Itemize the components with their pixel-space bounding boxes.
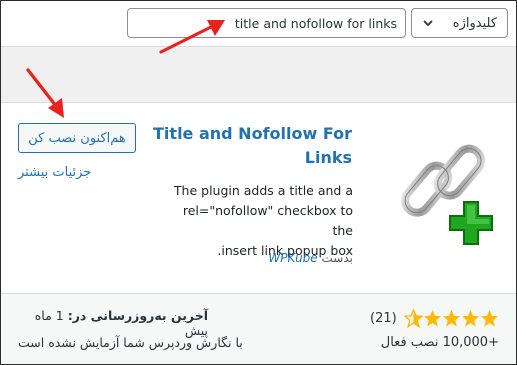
- description-line-1: The plugin adds a title and a: [173, 183, 353, 198]
- star-icon: [442, 309, 461, 327]
- chain-link-plus-icon: [401, 144, 493, 245]
- last-updated-label: آخرین به‌روزرسانی در:: [67, 308, 208, 323]
- plugin-title-line-1: Title and Nofollow For: [153, 124, 352, 143]
- author-link[interactable]: WPKube: [268, 251, 317, 265]
- plugin-title-line-2: Links: [304, 148, 352, 167]
- plugin-description: The plugin adds a title and a rel="nofol…: [165, 181, 353, 261]
- chevron-down-icon: [423, 20, 433, 27]
- plugin-author: بدست WPKube: [200, 251, 353, 265]
- last-updated: آخرین به‌روزرسانی در: 1 ماه پیش: [18, 308, 208, 338]
- search-type-select[interactable]: کلیدواژه: [411, 8, 508, 38]
- compatibility-notice: با نگارش وردپرس شما آزمایش نشده است: [18, 335, 243, 350]
- plugin-title[interactable]: Title and Nofollow For Links: [150, 122, 352, 170]
- filter-band: [1, 46, 516, 102]
- plugin-search-input[interactable]: [127, 8, 406, 38]
- rating-count: (21): [370, 311, 397, 326]
- star-icon: [423, 309, 442, 327]
- more-details-link[interactable]: جزئیات بیشتر: [18, 165, 136, 180]
- star-icon: [480, 309, 499, 327]
- star-half-icon: [404, 309, 423, 328]
- active-installs: +10,000 نصب فعال: [380, 335, 499, 350]
- star-rating: [404, 309, 499, 328]
- author-prefix: بدست: [321, 251, 353, 265]
- star-icon: [461, 309, 480, 327]
- description-line-2: rel="nofollow" checkbox to the: [182, 203, 353, 238]
- search-type-label: کلیدواژه: [452, 15, 497, 31]
- install-now-button[interactable]: هم‌اکنون نصب کن: [18, 123, 136, 153]
